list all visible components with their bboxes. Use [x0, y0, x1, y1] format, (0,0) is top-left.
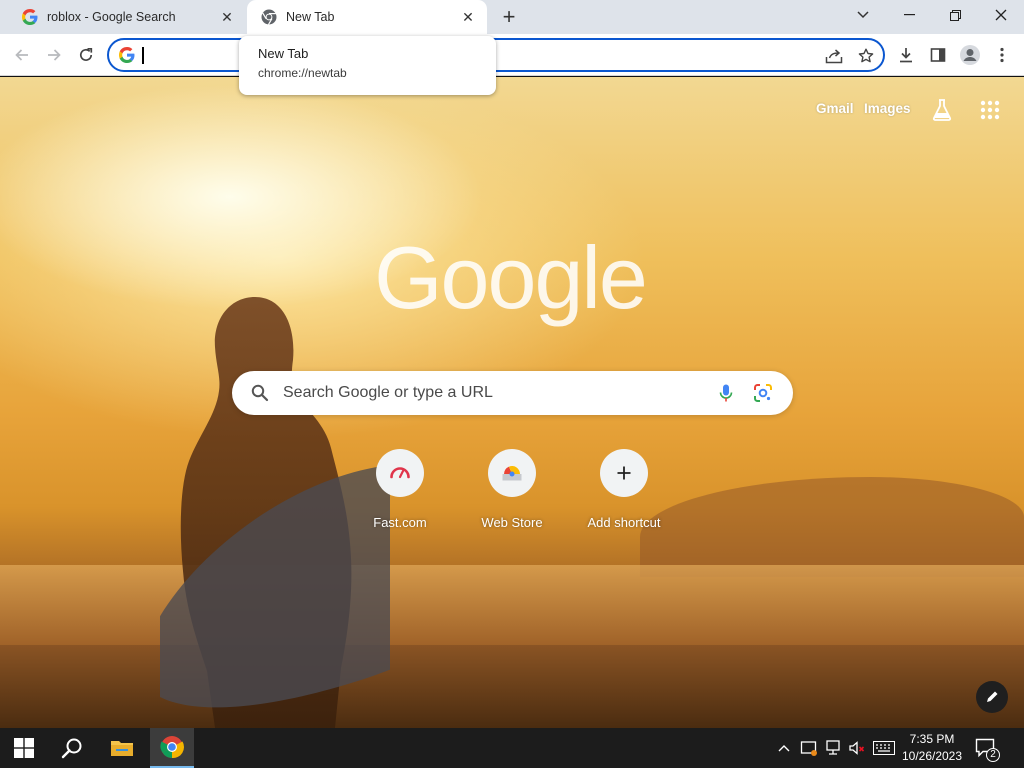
voice-search-icon[interactable]	[716, 383, 736, 403]
volume-muted-icon[interactable]	[846, 728, 868, 768]
google-logo: Google	[374, 228, 648, 327]
images-link[interactable]: Images	[864, 101, 911, 116]
taskbar-chrome-icon[interactable]	[150, 728, 194, 768]
google-g-icon	[119, 47, 135, 63]
background-sand	[0, 645, 1024, 728]
keyboard-icon[interactable]	[872, 728, 896, 768]
menu-kebab-icon[interactable]	[990, 43, 1014, 67]
new-tab-page: Gmail Images Google Fast.com Web	[0, 77, 1024, 728]
clock-time: 7:35 PM	[909, 732, 955, 746]
browser-toolbar	[0, 34, 1024, 76]
background-sea	[0, 565, 1024, 645]
web-store-icon	[488, 449, 536, 497]
tab-roblox-search[interactable]: roblox - Google Search ✕	[8, 0, 246, 34]
ntp-search-box[interactable]	[232, 371, 793, 415]
shortcut-label: Web Store	[481, 515, 543, 530]
close-icon[interactable]	[978, 0, 1024, 30]
address-bar[interactable]	[107, 38, 885, 72]
google-g-icon	[22, 9, 38, 25]
close-tab-icon[interactable]: ✕	[218, 8, 236, 26]
shortcut-web-store[interactable]: Web Store	[456, 449, 568, 530]
download-icon[interactable]	[894, 43, 918, 67]
background-hills	[640, 477, 1024, 577]
tray-app-icon[interactable]	[798, 728, 820, 768]
new-tab-button[interactable]: +	[498, 4, 520, 29]
shortcut-add[interactable]: Add shortcut	[568, 449, 680, 530]
notification-center-icon[interactable]: 2	[972, 728, 1000, 768]
windows-taskbar: 7:35 PM 10/26/2023 2	[0, 728, 1024, 768]
file-explorer-icon[interactable]	[98, 728, 146, 768]
tab-title: roblox - Google Search	[47, 10, 176, 24]
reload-icon[interactable]	[74, 43, 98, 67]
back-icon[interactable]	[10, 43, 34, 67]
network-icon[interactable]	[822, 728, 844, 768]
taskbar-search-icon[interactable]	[48, 728, 96, 768]
restore-icon[interactable]	[932, 0, 978, 30]
clock-date: 10/26/2023	[901, 749, 963, 763]
chrome-icon	[261, 9, 277, 25]
start-windows-icon[interactable]	[0, 728, 48, 768]
side-panel-icon[interactable]	[926, 43, 950, 67]
notification-count-badge: 2	[986, 748, 1000, 762]
profile-icon[interactable]	[958, 43, 982, 67]
hover-card-title: New Tab	[258, 46, 309, 61]
tab-hover-card: New Tab chrome://newtab	[239, 36, 496, 95]
hover-card-url: chrome://newtab	[258, 66, 347, 80]
tab-strip: roblox - Google Search ✕ New Tab ✕ +	[0, 0, 1024, 34]
minimize-icon[interactable]	[886, 0, 932, 30]
gmail-link[interactable]: Gmail	[816, 101, 854, 116]
google-lens-icon[interactable]	[753, 383, 773, 403]
plus-icon	[600, 449, 648, 497]
share-icon[interactable]	[823, 45, 845, 67]
fast-com-icon	[376, 449, 424, 497]
tab-title: New Tab	[286, 10, 335, 24]
text-caret	[142, 47, 144, 64]
clock[interactable]: 7:35 PM 10/26/2023	[896, 731, 968, 765]
google-apps-icon[interactable]	[980, 100, 1000, 120]
search-icon	[250, 383, 270, 403]
close-tab-icon[interactable]: ✕	[459, 8, 477, 26]
shortcut-label: Fast.com	[373, 515, 427, 530]
tab-search-icon[interactable]	[840, 0, 886, 30]
shortcut-label: Add shortcut	[587, 515, 661, 530]
customize-pencil-icon[interactable]	[976, 681, 1008, 713]
show-hidden-icons-chevron-icon[interactable]	[776, 728, 792, 768]
labs-flask-icon[interactable]	[930, 98, 954, 122]
forward-icon[interactable]	[42, 43, 66, 67]
bookmark-star-icon[interactable]	[855, 45, 877, 67]
ntp-search-input[interactable]	[283, 381, 703, 405]
tab-new-tab[interactable]: New Tab ✕	[247, 0, 487, 34]
shortcut-fast-com[interactable]: Fast.com	[344, 449, 456, 530]
